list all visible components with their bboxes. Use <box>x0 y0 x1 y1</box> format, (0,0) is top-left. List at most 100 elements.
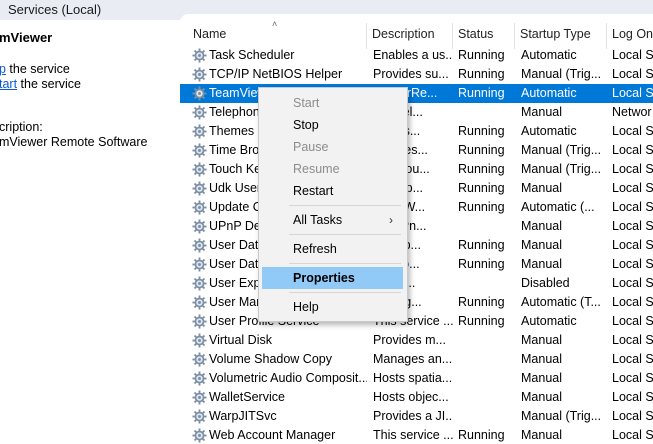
service-log-on: Local Sy <box>612 352 653 366</box>
service-name: Volume Shadow Copy <box>209 352 332 366</box>
service-name: Virtual Disk <box>209 333 272 347</box>
gear-icon <box>192 257 207 272</box>
gear-icon <box>192 409 207 424</box>
restart-service-link[interactable]: tart <box>0 77 17 91</box>
service-log-on: Local Sy <box>612 314 653 328</box>
menu-item-refresh[interactable]: Refresh <box>262 238 403 260</box>
service-log-on: Local Sy <box>612 86 653 100</box>
gear-icon <box>192 295 207 310</box>
gear-icon <box>192 371 207 386</box>
table-row[interactable]: Touch Keyboardbles Tou...RunningManual (… <box>180 160 653 179</box>
service-description: Provides su... <box>373 67 449 81</box>
gear-icon <box>192 219 207 234</box>
service-startup-type: Manual <box>521 238 562 252</box>
service-log-on: Local Se <box>612 67 653 81</box>
service-startup-type: Automatic <box>521 86 577 100</box>
menu-item-pause[interactable]: Pause <box>262 136 403 158</box>
gear-icon <box>192 314 207 329</box>
service-name: Task Scheduler <box>209 48 295 62</box>
menu-item-all-tasks[interactable]: All Tasks › <box>262 209 403 231</box>
menu-separator <box>289 234 401 235</box>
description-label: cription: <box>0 120 43 134</box>
table-row[interactable]: UPnP Device Hostws UPn...ManualLocal Se <box>180 217 653 236</box>
table-row[interactable]: TeamViewerViewerRe...RunningAutomaticLoc… <box>180 84 653 103</box>
table-row[interactable]: Telephonydes Tel...ManualNetwor <box>180 103 653 122</box>
menu-item-restart[interactable]: Restart <box>262 180 403 202</box>
service-status: Running <box>458 200 505 214</box>
table-row[interactable]: User ManagerManag...RunningAutomatic (T.… <box>180 293 653 312</box>
service-description: Enables a us... <box>373 48 453 62</box>
service-log-on: Local Sy <box>612 333 653 347</box>
service-name: WarpJITSvc <box>209 409 277 423</box>
service-startup-type: Manual <box>521 333 562 347</box>
service-log-on: Local Se <box>612 143 653 157</box>
service-name: Web Account Manager <box>209 428 336 442</box>
table-row[interactable]: User Profile ServiceThis service ...Runn… <box>180 312 653 331</box>
extended-description-pane: mViewer p the service tart the service c… <box>0 20 180 444</box>
service-name: WalletService <box>209 390 285 404</box>
table-row[interactable]: Virtual Disk Provides m... Manual Local Sy <box>180 331 653 350</box>
service-startup-type: Manual (Trig... <box>521 67 602 81</box>
table-row[interactable]: Update Orchestratorages W...RunningAutom… <box>180 198 653 217</box>
gear-icon <box>192 48 207 63</box>
gear-icon <box>192 105 207 120</box>
service-description: This service ... <box>373 428 453 442</box>
context-menu: Start Stop Pause Resume Restart All Task… <box>258 87 408 322</box>
service-description: Hosts objec... <box>373 390 449 404</box>
gear-icon <box>192 390 207 405</box>
table-row[interactable]: User Experienceort for...DisabledLocal S… <box>180 274 653 293</box>
menu-item-start[interactable]: Start <box>262 92 403 114</box>
gear-icon <box>192 181 207 196</box>
gear-icon <box>192 238 207 253</box>
service-startup-type: Manual <box>521 257 562 271</box>
restart-service-suffix: the service <box>17 77 81 91</box>
service-status: Running <box>458 295 505 309</box>
stop-service-action: p the service <box>0 62 70 76</box>
service-startup-type: Disabled <box>521 276 570 290</box>
table-row[interactable]: Udk User Servicell comp...RunningManualL… <box>180 179 653 198</box>
service-log-on: Local Sy <box>612 257 653 271</box>
table-row[interactable]: Web Account Manager This service ... Runni… <box>180 426 653 444</box>
service-log-on: Local Sy <box>612 295 653 309</box>
service-log-on: Local Se <box>612 219 653 233</box>
table-row[interactable]: Themesdes us...RunningAutomaticLocal Sy <box>180 122 653 141</box>
gear-icon <box>192 200 207 215</box>
service-startup-type: Manual <box>521 181 562 195</box>
service-startup-type: Manual (Trig... <box>521 143 602 157</box>
gear-icon <box>192 428 207 443</box>
table-row[interactable]: Volume Shadow Copy Manages an... Manual Loc… <box>180 350 653 369</box>
table-row[interactable]: User Data Storageles sto...RunningManual… <box>180 255 653 274</box>
menu-separator <box>289 292 401 293</box>
service-status: Running <box>458 143 505 157</box>
service-startup-type: Manual (Trig... <box>521 409 602 423</box>
table-row[interactable]: Task Scheduler Enables a us... Running Auto… <box>180 46 653 65</box>
chevron-right-icon: › <box>389 213 393 227</box>
table-row[interactable]: TCP/IP NetBIOS Helper Provides su... Runni… <box>180 65 653 84</box>
stop-service-suffix: the service <box>5 62 70 76</box>
gear-icon <box>192 67 207 82</box>
menu-item-help[interactable]: Help <box>262 296 403 318</box>
table-row[interactable]: Volumetric Audio Composit... Hosts spatia… <box>180 369 653 388</box>
table-row[interactable]: User Data Accessdes ap...RunningManualLo… <box>180 236 653 255</box>
service-log-on: Local Sy <box>612 48 653 62</box>
gear-icon <box>192 352 207 367</box>
service-log-on: Local Sy <box>612 390 653 404</box>
description-text: mViewer Remote Software <box>0 135 148 149</box>
table-row[interactable]: Time Brokerrdinates...RunningManual (Tri… <box>180 141 653 160</box>
service-description: Manages an... <box>373 352 453 366</box>
service-log-on: Local Sy <box>612 276 653 290</box>
gear-icon <box>192 143 207 158</box>
service-startup-type: Automatic (T... <box>521 295 601 309</box>
menu-item-resume[interactable]: Resume <box>262 158 403 180</box>
service-startup-type: Automatic <box>521 314 577 328</box>
gear-icon <box>192 333 207 348</box>
table-row[interactable]: WalletService Hosts objec... Manual Local S… <box>180 388 653 407</box>
service-startup-type: Manual <box>521 352 562 366</box>
menu-item-properties[interactable]: Properties <box>262 267 403 289</box>
service-log-on: Local Sy <box>612 124 653 138</box>
table-row[interactable]: WarpJITSvc Provides a JI... Manual (Trig..… <box>180 407 653 426</box>
service-status: Running <box>458 162 505 176</box>
menu-item-stop[interactable]: Stop <box>262 114 403 136</box>
service-description: Provides a JI... <box>373 409 453 423</box>
service-log-on: Networ <box>612 105 652 119</box>
